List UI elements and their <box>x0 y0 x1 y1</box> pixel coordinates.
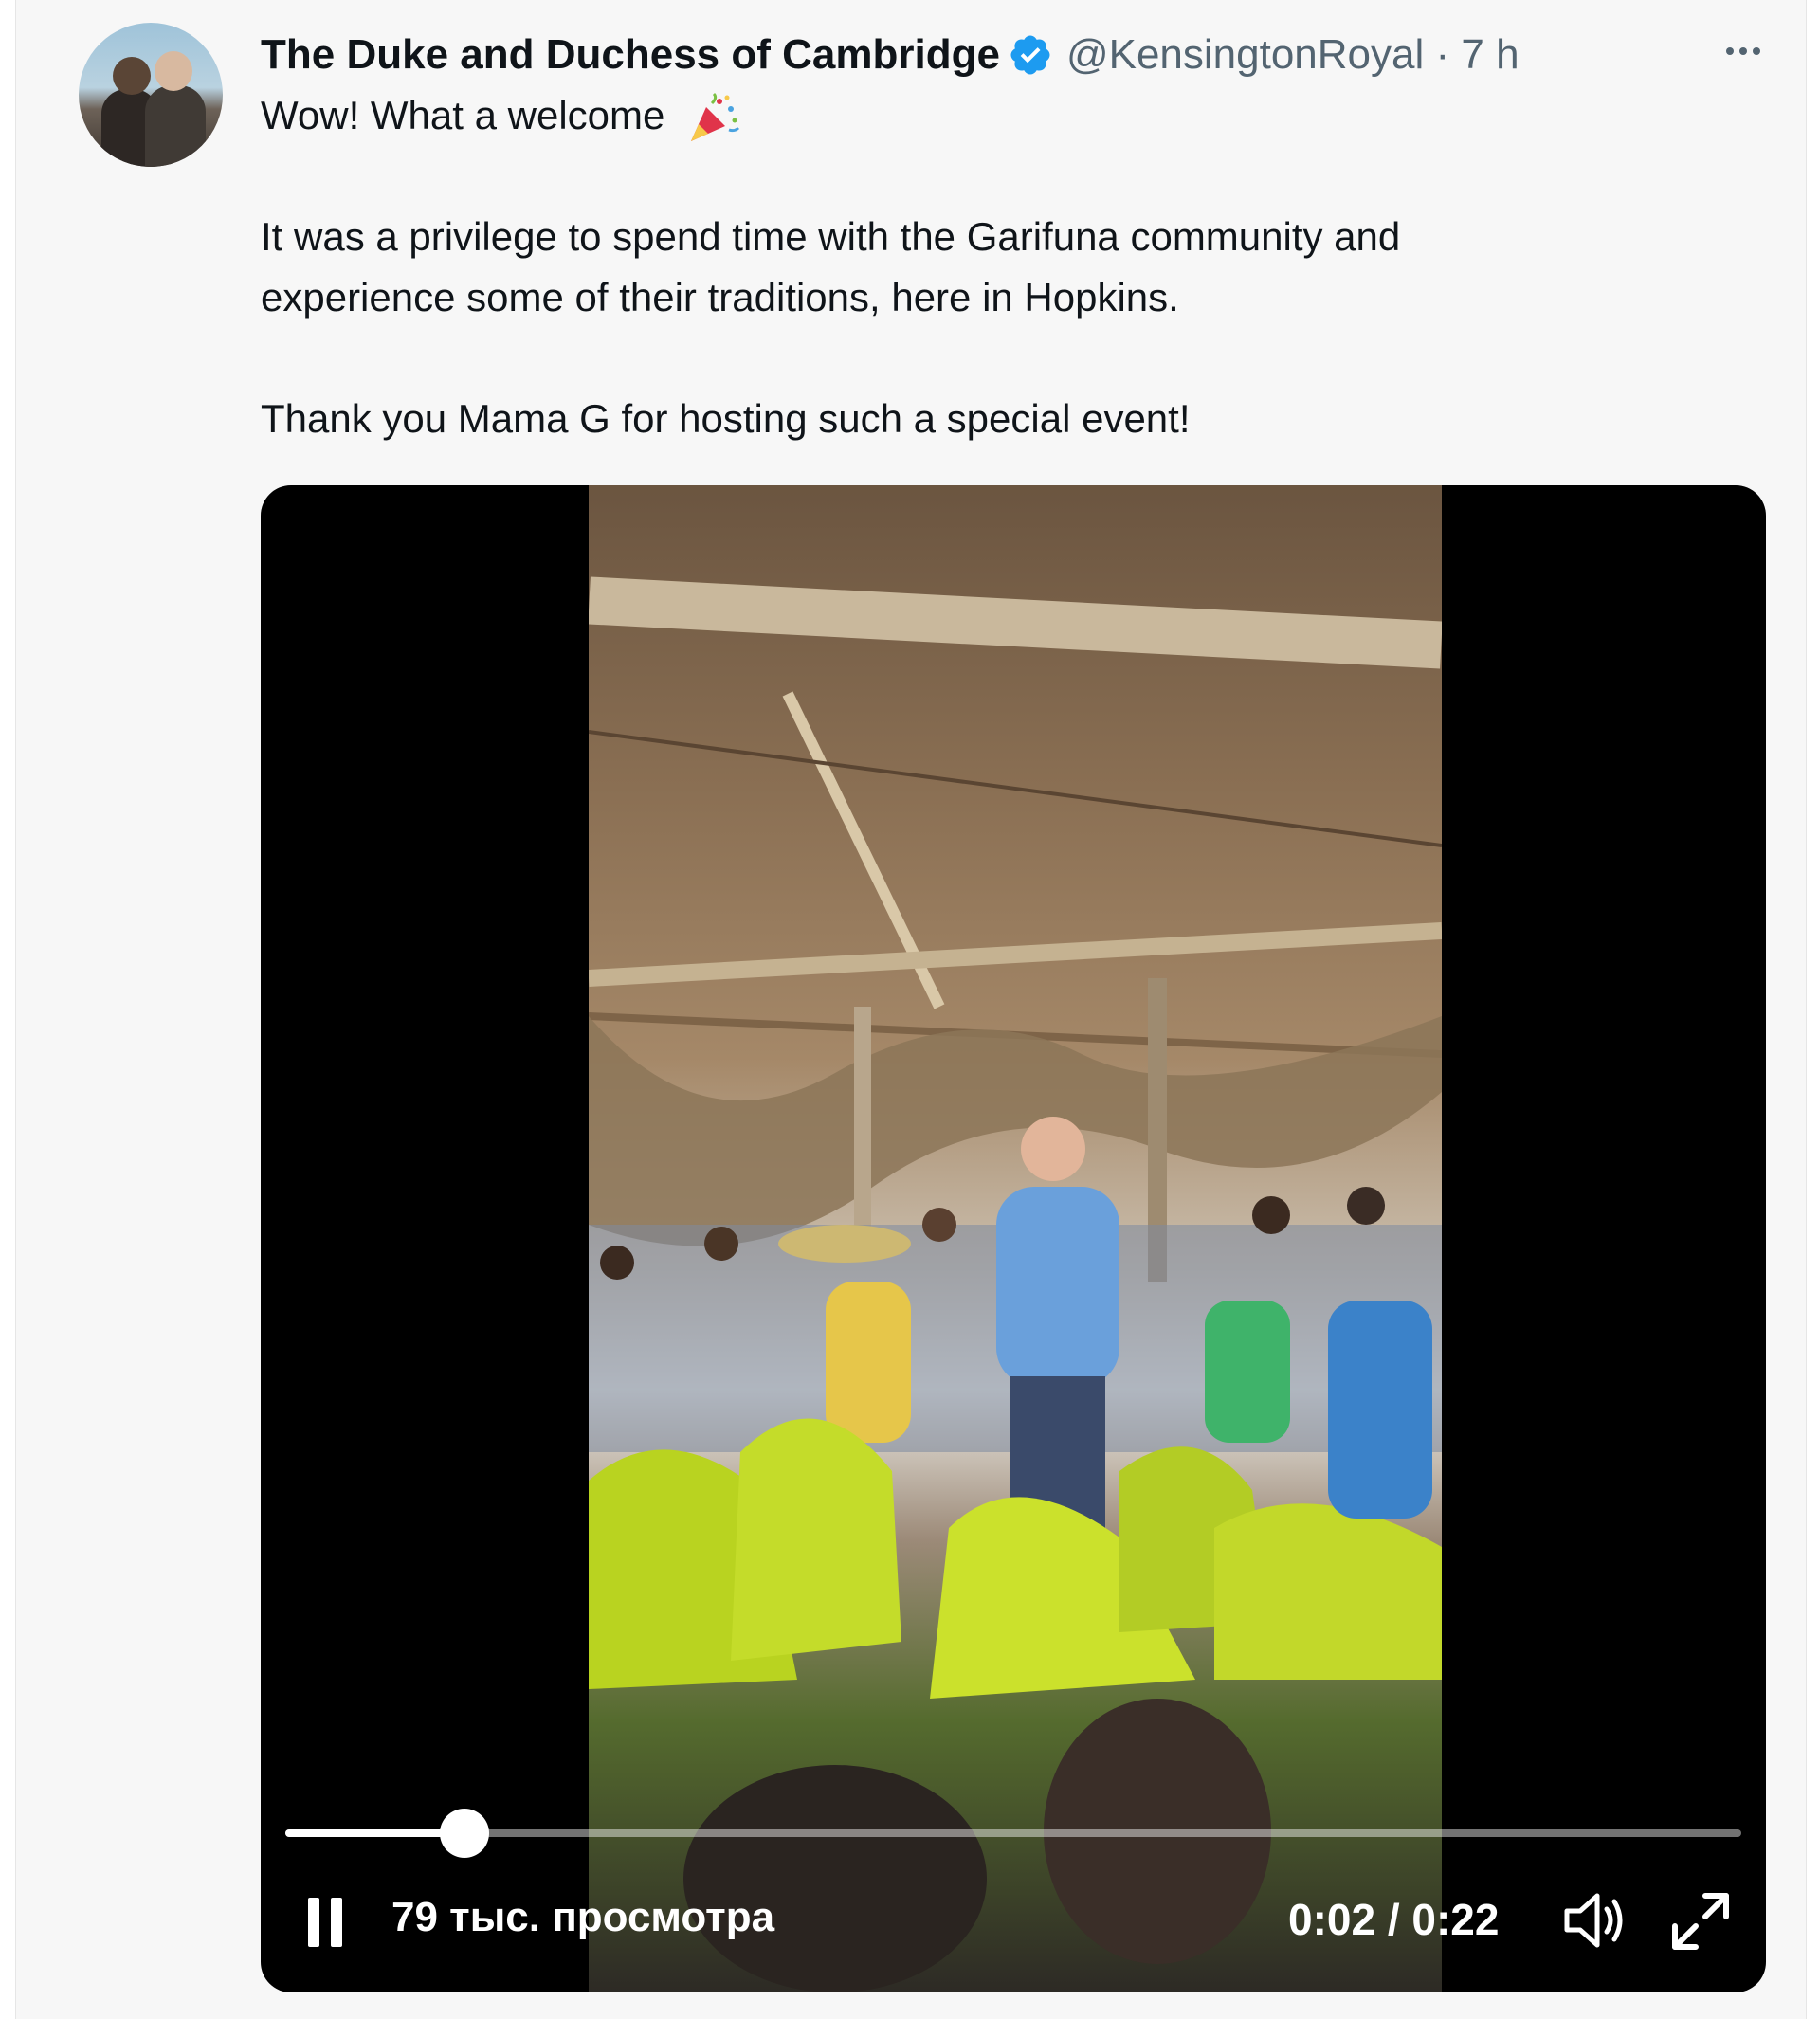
verified-badge-icon <box>1010 35 1050 75</box>
seek-progress <box>285 1829 464 1837</box>
fullscreen-icon[interactable] <box>1667 1888 1734 1955</box>
tweet-text-line2a: It was a privilege to spend time with th… <box>261 214 1401 259</box>
author-name[interactable]: The Duke and Duchess of Cambridge <box>261 31 1000 79</box>
seek-bar[interactable] <box>285 1809 1741 1858</box>
tweet-header: The Duke and Duchess of Cambridge @Kensi… <box>261 27 1520 83</box>
tweet-card[interactable]: The Duke and Duchess of Cambridge @Kensi… <box>15 0 1807 2019</box>
video-controls: 79 тыс. просмотра 0:02 / 0:22 <box>261 1869 1766 1974</box>
playback-time: 0:02 / 0:22 <box>1288 1895 1500 1944</box>
avatar[interactable] <box>79 23 223 167</box>
handle-and-time[interactable]: @KensingtonRoyal · 7 h <box>1066 31 1520 79</box>
tweet-text-line1: Wow! What a welcome <box>261 85 740 146</box>
tweet-text: Wow! What a welcome <box>261 93 665 137</box>
pause-icon[interactable] <box>306 1898 344 1947</box>
tweet-text-line3: Thank you Mama G for hosting such a spec… <box>261 396 1191 441</box>
tweet-text-line2b: experience some of their traditions, her… <box>261 275 1179 319</box>
video-player[interactable]: 79 тыс. просмотра 0:02 / 0:22 <box>261 485 1766 1992</box>
video-scene <box>589 576 1442 1992</box>
party-popper-icon <box>691 92 740 141</box>
seek-handle[interactable] <box>439 1809 489 1858</box>
video-frame[interactable] <box>589 485 1442 1992</box>
volume-icon[interactable] <box>1561 1890 1628 1951</box>
more-dots-icon[interactable] <box>1715 28 1772 74</box>
view-count: 79 тыс. просмотра <box>391 1894 775 1940</box>
